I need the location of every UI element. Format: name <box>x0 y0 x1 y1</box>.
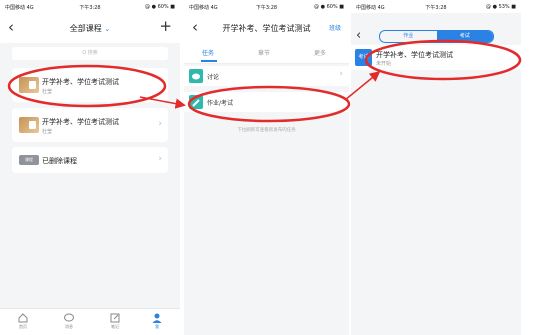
tab-notes[interactable]: 笔记 <box>100 312 130 330</box>
tab-more[interactable]: 更多 <box>314 48 326 57</box>
chevron-down-icon: ⌄ <box>104 25 111 33</box>
back-button[interactable]: ‹ <box>356 28 361 43</box>
search-input[interactable]: Q 搜索 <box>12 47 168 60</box>
status-bar: 中国移动 4G 下午3:28 @ ● 60% ■ <box>0 0 180 13</box>
segment-control: 作业 考试 <box>379 30 494 43</box>
refresh-hint: 下拉刷新可查看新发布的任务 <box>237 128 296 133</box>
page-title: 开学补考、学位考试测试 <box>222 24 311 33</box>
tab-me[interactable]: 我 <box>142 312 172 330</box>
tab-label: 消息 <box>65 324 73 329</box>
tab-messages[interactable]: 消息 <box>54 312 84 330</box>
deleted-courses-item[interactable]: 课程 已删除课程 › <box>12 147 168 173</box>
homework-exam-label: 作业/考试 <box>207 100 234 107</box>
homework-icon <box>189 95 203 109</box>
course-detail-screen: 中国移动 4G 下午3:28 @ ● 60% ■ ‹ 开学补考、学位考试测试 班… <box>184 0 349 335</box>
sub-tab-bar: 任务 章节 更多 <box>184 43 349 64</box>
course-list-screen: 中国移动 4G 下午3:28 @ ● 60% ■ ‹ 全部课程 ⌄ + Q 搜索… <box>0 0 180 335</box>
tab-home[interactable]: 首页 <box>8 312 38 330</box>
homework-exam-row[interactable]: 作业/考试 <box>184 92 349 112</box>
status-bar: 中国移动 4G 下午3:28 @ ● 53% ■ <box>351 0 521 13</box>
exam-list-screen: 中国移动 4G 下午3:28 @ ● 53% ■ ‹ 作业 考试 考试 开学补考… <box>351 0 521 335</box>
deleted-courses-label: 已删除课程 <box>42 157 77 165</box>
segment-homework[interactable]: 作业 <box>380 31 437 42</box>
tab-label: 笔记 <box>111 324 119 329</box>
course-title: 开学补考、学位考试测试 <box>42 118 119 126</box>
page-title[interactable]: 全部课程 ⌄ <box>0 23 180 34</box>
course-card[interactable]: 开学补考、学位考试测试 杜莹 <box>12 68 168 102</box>
tab-label: 首页 <box>19 324 27 329</box>
class-button[interactable]: 班级 <box>329 23 341 32</box>
battery-indicator: @ ● 53% ■ <box>486 4 516 10</box>
page-title-label: 全部课程 <box>69 24 102 33</box>
exam-status: 未开始 <box>376 61 392 67</box>
active-tab-indicator <box>201 60 217 62</box>
add-course-button[interactable]: + <box>159 17 172 35</box>
chevron-right-icon: › <box>158 119 162 129</box>
user-icon <box>152 313 162 323</box>
discussion-label: 讨论 <box>207 74 220 81</box>
battery-indicator: @ ● 60% ■ <box>314 4 344 10</box>
tab-tasks[interactable]: 任务 <box>202 48 214 57</box>
nav-bar: ‹ 全部课程 ⌄ + <box>0 13 180 43</box>
course-cover-icon <box>19 77 39 93</box>
discussion-icon <box>189 69 203 83</box>
bottom-tab-bar: 首页 消息 笔记 我 <box>0 308 180 335</box>
exam-item[interactable]: 考试 开学补考、学位考试测试 未开始 <box>351 45 521 70</box>
course-teacher: 杜莹 <box>42 89 53 95</box>
course-teacher: 杜莹 <box>42 129 53 135</box>
chevron-right-icon: › <box>339 69 343 79</box>
course-cover-icon <box>19 117 39 133</box>
course-title: 开学补考、学位考试测试 <box>42 78 119 86</box>
battery-indicator: @ ● 60% ■ <box>145 4 175 10</box>
home-icon <box>18 313 28 323</box>
discussion-row[interactable]: 讨论 › <box>184 66 349 86</box>
status-bar: 中国移动 4G 下午3:28 @ ● 60% ■ <box>184 0 349 13</box>
exam-title: 开学补考、学位考试测试 <box>376 51 453 59</box>
nav-bar: ‹ 开学补考、学位考试测试 班级 <box>184 13 349 43</box>
course-card[interactable]: 开学补考、学位考试测试 杜莹 › <box>12 108 168 142</box>
tab-label: 我 <box>155 324 159 329</box>
exam-badge-icon: 考试 <box>355 49 372 66</box>
archive-icon: 课程 <box>19 155 39 165</box>
message-icon <box>64 313 74 322</box>
tab-chapters[interactable]: 章节 <box>258 48 270 57</box>
segment-exam[interactable]: 考试 <box>436 31 493 42</box>
chevron-right-icon: › <box>158 154 162 164</box>
note-icon <box>110 313 120 323</box>
